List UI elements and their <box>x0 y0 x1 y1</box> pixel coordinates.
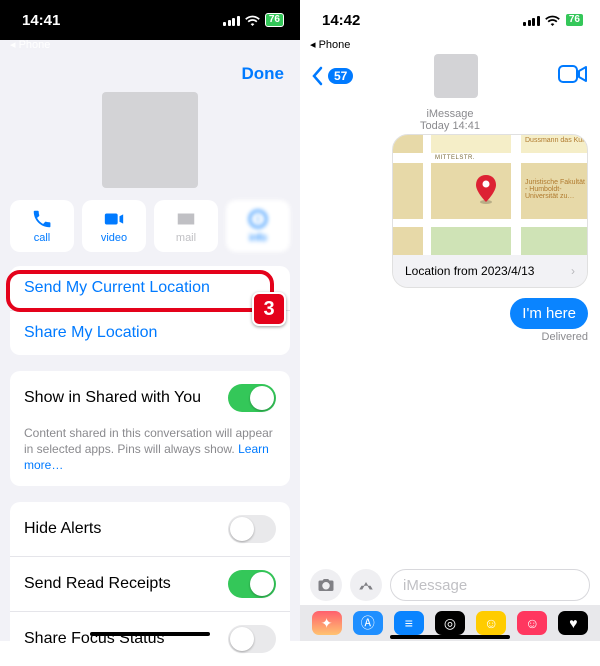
call-label: call <box>34 233 51 244</box>
signal-icon <box>223 15 240 26</box>
video-label: video <box>101 233 127 244</box>
battery-icon: 76 <box>565 13 584 27</box>
delivered-label: Delivered <box>312 331 588 343</box>
status-time: 14:42 <box>322 12 360 29</box>
focus-status-row[interactable]: Share Focus Status <box>10 611 290 666</box>
shared-switch[interactable] <box>228 384 276 412</box>
mail-label: mail <box>176 233 196 244</box>
unread-count: 57 <box>328 68 353 84</box>
back-button[interactable]: 57 <box>312 66 353 86</box>
app-memoji-2[interactable]: ☺ <box>517 611 547 635</box>
map-preview: MITTELSTR. Dussmann das KulturKaufhaus J… <box>393 135 587 255</box>
info-label: info <box>249 233 267 244</box>
signal-icon <box>523 15 540 26</box>
info-button[interactable]: i info <box>226 200 290 252</box>
battery-icon: 76 <box>265 13 284 27</box>
read-receipts-switch[interactable] <box>228 570 276 598</box>
nav-bar: 57 <box>300 54 600 98</box>
avatar[interactable] <box>434 54 478 98</box>
breadcrumb[interactable]: ◂ Phone <box>310 40 350 51</box>
video-icon <box>103 208 125 230</box>
shared-with-you-group: Show in Shared with You Content shared i… <box>10 371 290 486</box>
mail-icon <box>175 208 197 230</box>
send-location-row[interactable]: Send My Current Location <box>10 266 290 310</box>
app-appstore[interactable]: Ⓐ <box>353 611 383 635</box>
breadcrumb[interactable]: ◂ Phone <box>10 40 50 51</box>
focus-status-switch[interactable] <box>228 625 276 653</box>
appstore-icon <box>357 576 375 594</box>
camera-icon <box>317 576 335 594</box>
app-photos[interactable]: ✦ <box>312 611 342 635</box>
shared-hint: Content shared in this conversation will… <box>10 425 290 486</box>
mail-button: mail <box>154 200 218 252</box>
read-receipts-row[interactable]: Send Read Receipts <box>10 556 290 611</box>
wifi-icon <box>245 15 260 26</box>
shared-label: Show in Shared with You <box>24 389 201 407</box>
camera-button[interactable] <box>310 569 342 601</box>
phone-icon <box>31 208 53 230</box>
thread-label: iMessage Today 14:41 <box>312 108 588 132</box>
hide-alerts-row[interactable]: Hide Alerts <box>10 502 290 556</box>
svg-text:i: i <box>257 214 259 226</box>
location-bubble[interactable]: MITTELSTR. Dussmann das KulturKaufhaus J… <box>392 134 588 288</box>
annotation-badge: 3 <box>252 292 286 326</box>
location-group: Send My Current Location Share My Locati… <box>10 266 290 355</box>
chevron-right-icon: › <box>571 264 575 278</box>
hide-alerts-switch[interactable] <box>228 515 276 543</box>
status-bar: 14:41 76 <box>0 0 300 40</box>
chevron-left-icon <box>312 66 324 86</box>
app-audio[interactable]: ≡ <box>394 611 424 635</box>
sent-message[interactable]: I'm here <box>510 298 588 329</box>
video-icon <box>558 63 588 85</box>
map-caption: Location from 2023/4/13 <box>405 264 534 278</box>
shared-with-you-row[interactable]: Show in Shared with You <box>10 371 290 425</box>
share-location-row[interactable]: Share My Location <box>10 310 290 355</box>
home-indicator[interactable] <box>90 632 210 636</box>
video-button[interactable]: video <box>82 200 146 252</box>
done-button[interactable]: Done <box>242 64 285 84</box>
appstore-button[interactable] <box>350 569 382 601</box>
app-digitaltouch[interactable]: ♥ <box>558 611 588 635</box>
status-bar: 14:42 76 <box>300 0 600 40</box>
hide-alerts-label: Hide Alerts <box>24 520 101 538</box>
info-icon: i <box>247 208 269 230</box>
facetime-button[interactable] <box>558 63 588 90</box>
compose-bar: iMessage <box>300 565 600 605</box>
read-receipts-label: Send Read Receipts <box>24 575 171 593</box>
status-time: 14:41 <box>22 12 60 29</box>
home-indicator[interactable] <box>390 635 510 639</box>
app-memoji-1[interactable]: ☺ <box>476 611 506 635</box>
contact-actions: call video mail i info <box>0 200 300 266</box>
app-activity[interactable]: ◎ <box>435 611 465 635</box>
avatar[interactable] <box>102 92 198 188</box>
map-pin-icon <box>475 175 497 205</box>
call-button[interactable]: call <box>10 200 74 252</box>
message-input[interactable]: iMessage <box>390 569 590 601</box>
placeholder: iMessage <box>403 577 467 594</box>
wifi-icon <box>545 15 560 26</box>
